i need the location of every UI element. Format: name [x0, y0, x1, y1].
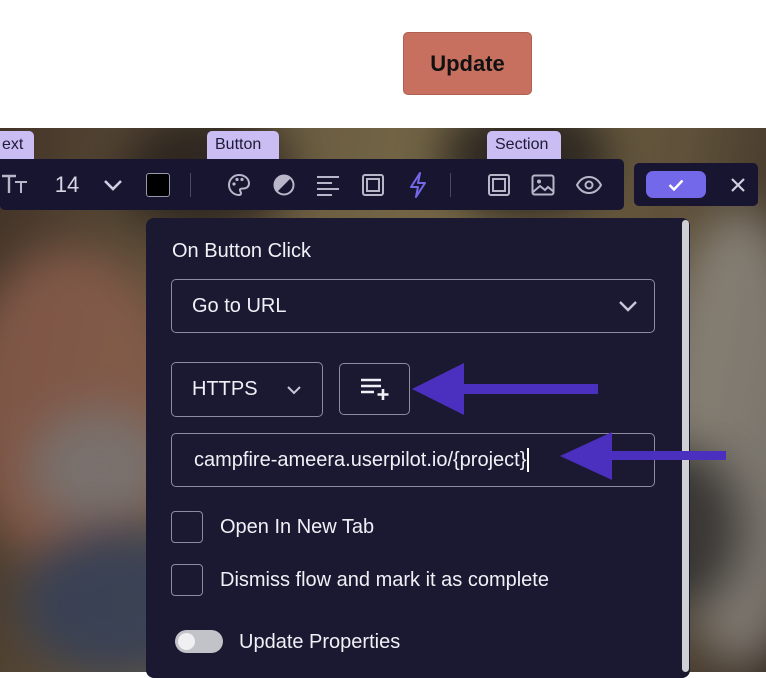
toolbar-divider [450, 173, 451, 197]
font-size-value[interactable]: 14 [50, 159, 84, 210]
close-button[interactable] [726, 171, 750, 198]
palette-icon[interactable] [226, 159, 252, 210]
close-icon [731, 177, 745, 192]
formatting-toolbar: 14 [0, 159, 624, 210]
open-new-tab-label: Open In New Tab [220, 516, 375, 538]
action-select[interactable]: Go to URL [171, 279, 655, 333]
protocol-select[interactable]: HTTPS [171, 362, 323, 417]
toolbar-divider [190, 173, 191, 197]
section-badge: Section [487, 131, 561, 159]
protocol-select-value: HTTPS [192, 378, 258, 400]
playlist-add-icon [360, 378, 388, 400]
action-select-value: Go to URL [192, 294, 287, 317]
url-input-value: campfire-ameera.userpilot.io/{project} [194, 448, 527, 471]
font-size-icon[interactable] [0, 159, 30, 210]
chevron-down-icon [619, 301, 637, 312]
text-badge: ext [0, 131, 34, 159]
panel-title: On Button Click [172, 240, 311, 262]
text-cursor [527, 448, 530, 472]
annotation-arrow-icon [560, 432, 726, 480]
confirm-button[interactable] [646, 171, 706, 198]
contrast-icon[interactable] [271, 159, 297, 210]
open-new-tab-checkbox[interactable] [171, 511, 203, 543]
add-variable-button[interactable] [339, 363, 410, 415]
chevron-down-icon[interactable] [100, 159, 126, 210]
button-badge: Button [207, 131, 279, 159]
align-left-icon[interactable] [315, 159, 341, 210]
update-properties-toggle[interactable] [175, 630, 223, 653]
chevron-down-icon [287, 385, 301, 394]
update-properties-label: Update Properties [239, 631, 401, 653]
eye-icon[interactable] [575, 159, 603, 210]
update-button[interactable]: Update [403, 32, 532, 95]
text-color-swatch[interactable] [145, 159, 171, 210]
preview-top-area: Update [0, 0, 766, 128]
toggle-knob [178, 633, 195, 650]
dismiss-flow-label: Dismiss flow and mark it as complete [220, 569, 549, 591]
image-icon[interactable] [530, 159, 556, 210]
dismiss-flow-checkbox[interactable] [171, 564, 203, 596]
annotation-arrow-icon [412, 363, 598, 415]
section-frame-icon[interactable] [486, 159, 512, 210]
frame-icon[interactable] [360, 159, 386, 210]
lightning-icon[interactable] [405, 159, 431, 210]
confirm-bar [634, 163, 758, 206]
check-icon [668, 179, 684, 191]
